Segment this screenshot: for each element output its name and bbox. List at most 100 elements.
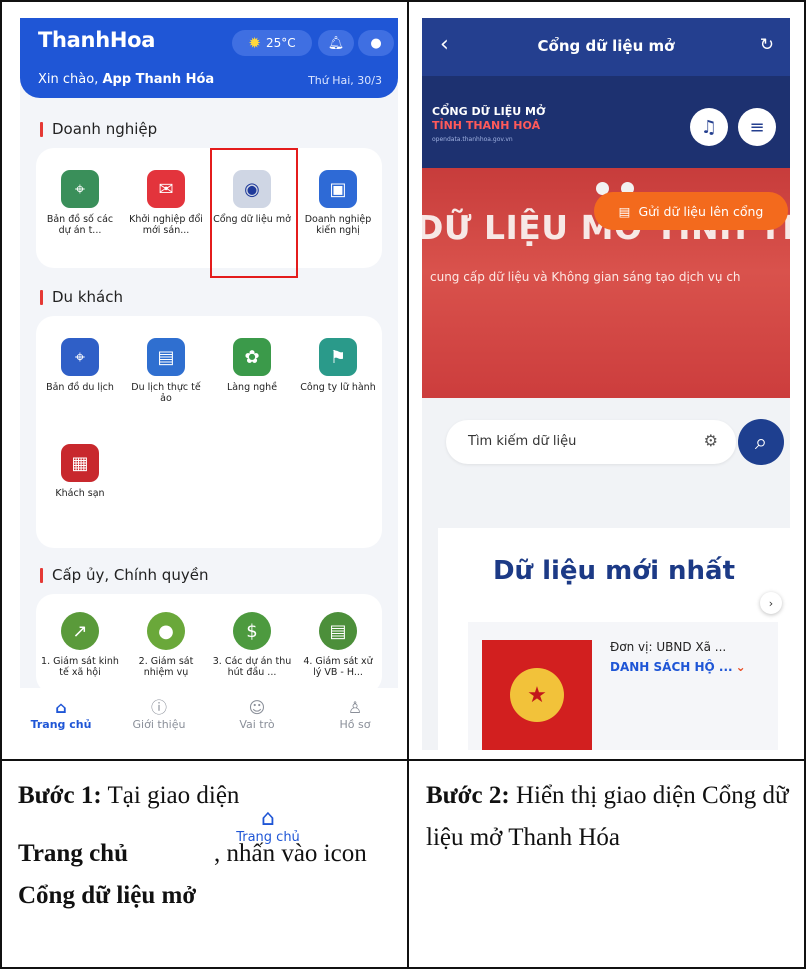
section-marker — [40, 121, 43, 137]
chevron-down-icon[interactable]: ⌄ — [736, 660, 746, 674]
notification-button[interactable]: 🔔︎ — [318, 30, 354, 56]
tile-label: 1. Giám sát kinh tế xã hội — [41, 656, 119, 678]
section-label: Cấp ủy, Chính quyền — [52, 566, 209, 584]
inline-home-label: Trang chủ — [236, 830, 300, 845]
investment-icon: $ — [233, 612, 271, 650]
tile-label: Khách sạn — [55, 488, 105, 499]
tile-hotel[interactable]: ▦ Khách sạn — [40, 444, 120, 499]
tile-label: 3. Các dự án thu hút đầu ... — [212, 656, 292, 678]
portal-logo-line2: TỈNH THANH HOÁ — [432, 119, 541, 132]
account-button[interactable]: ● — [358, 30, 394, 56]
section-title-tourist: Du khách — [40, 288, 123, 306]
nav-label: Vai trò — [239, 718, 275, 731]
bell-icon[interactable]: ♫ — [690, 108, 728, 146]
tile-investment[interactable]: $ 3. Các dự án thu hút đầu ... — [212, 612, 292, 678]
app-header: ThanhHoa ✹ 25°C 🔔︎ ● Xin chào, App Thanh… — [20, 18, 398, 98]
section-label: Doanh nghiệp — [52, 120, 158, 138]
travel-map-icon: ⌖ — [61, 338, 99, 376]
inline-home-tab: ⌂ Trang chủ — [233, 806, 303, 846]
tile-craft-village[interactable]: ✿ Làng nghề — [212, 338, 292, 393]
map-icon: ⌖ — [61, 170, 99, 208]
row-divider — [2, 759, 804, 761]
current-date: Thứ Hai, 30/3 — [308, 74, 382, 87]
step1-label: Bước 1: — [18, 782, 102, 809]
step1-home-bold: Trang chủ — [18, 840, 128, 867]
send-data-label: Gửi dữ liệu lên cổng — [638, 203, 764, 219]
nav-about[interactable]: ⓘ Giới thiệu — [124, 698, 194, 731]
step2-caption: Bước 2: Hiển thị giao diện Cổng dữ liệu … — [426, 775, 796, 859]
nav-label: Trang chủ — [30, 718, 92, 731]
nav-profile[interactable]: ♙ Hồ sơ — [320, 698, 390, 731]
user-icon: ● — [370, 35, 382, 51]
open-data-portal-screen: ‹ Cổng dữ liệu mở ↻ CỔNG DỮ LIỆU MỞ TỈNH… — [422, 18, 790, 750]
search-placeholder: Tìm kiếm dữ liệu — [468, 434, 577, 449]
tile-label: Khởi nghiệp đổi mới sán... — [129, 214, 203, 236]
latest-data-section: Dữ liệu mới nhất › ★ Đơn vị: UBND Xã ...… — [438, 528, 790, 750]
nav-role[interactable]: ☺ Vai trò — [222, 698, 292, 731]
portal-topbar: ‹ Cổng dữ liệu mở ↻ — [422, 18, 790, 76]
portal-title: Cổng dữ liệu mở — [537, 37, 675, 55]
tile-digital-project-map[interactable]: ⌖ Bản đồ số các dự án t... — [40, 170, 120, 236]
highlight-open-data-portal — [210, 148, 298, 278]
government-card: ↗ 1. Giám sát kinh tế xã hội ● 2. Giám s… — [36, 594, 382, 694]
section-marker — [40, 567, 43, 583]
tile-vr-tour[interactable]: ▤ Du lịch thực tế ảo — [126, 338, 206, 404]
tile-label: 2. Giám sát nhiệm vụ — [138, 656, 194, 678]
dataset-unit: Đơn vị: UBND Xã ... — [610, 640, 727, 654]
search-icon: ⌕ — [754, 429, 768, 455]
menu-icon[interactable]: ≡ — [738, 108, 776, 146]
tile-label: Công ty lữ hành — [300, 382, 376, 393]
latest-heading: Dữ liệu mới nhất — [492, 556, 736, 586]
nav-label: Giới thiệu — [132, 718, 186, 731]
reload-icon[interactable]: ↻ — [760, 35, 774, 55]
search-button[interactable]: ⌕ — [738, 419, 784, 465]
tile-task-monitor[interactable]: ● 2. Giám sát nhiệm vụ — [126, 612, 206, 678]
bell-icon: 🔔︎ — [327, 35, 345, 51]
greeting: Xin chào, App Thanh Hóa — [38, 72, 214, 87]
weather-chip[interactable]: ✹ 25°C — [232, 30, 312, 56]
info-icon: ⓘ — [150, 698, 167, 717]
tile-travel-map[interactable]: ⌖ Bản đồ du lịch — [40, 338, 120, 393]
tourist-card: ⌖ Bản đồ du lịch ▤ Du lịch thực tế ảo ✿ … — [36, 316, 382, 548]
home-screen: ThanhHoa ✹ 25°C 🔔︎ ● Xin chào, App Thanh… — [20, 18, 398, 750]
tile-document-monitor[interactable]: ▤ 4. Giám sát xử lý VB - H... — [298, 612, 378, 678]
step1-text: Tại giao diện — [107, 782, 240, 809]
craft-village-icon: ✿ — [233, 338, 271, 376]
business-card: ⌖ Bản đồ số các dự án t... ✉ Khởi nghiệp… — [36, 148, 382, 268]
tile-economy-monitor[interactable]: ↗ 1. Giám sát kinh tế xã hội — [40, 612, 120, 678]
nav-home[interactable]: ⌂ Trang chủ — [26, 698, 96, 731]
nav-label: Hồ sơ — [339, 718, 371, 731]
role-icon: ☺ — [248, 698, 266, 717]
document-icon: ▤ — [618, 203, 631, 219]
tile-business-petition[interactable]: ▣ Doanh nghiệp kiến nghị — [298, 170, 378, 236]
search-input[interactable]: Tìm kiếm dữ liệu ⚙ — [446, 420, 736, 464]
home-icon: ⌂ — [261, 806, 275, 831]
step2-label: Bước 2: — [426, 782, 510, 809]
tile-label: Làng nghề — [226, 382, 278, 393]
tile-startup-innovation[interactable]: ✉ Khởi nghiệp đổi mới sán... — [126, 170, 206, 236]
step1-caption: Bước 1: Tại giao diện Trang chủ, nhấn và… — [18, 775, 394, 917]
national-emblem-image: ★ — [482, 640, 592, 750]
bottom-nav: ⌂ Trang chủ ⓘ Giới thiệu ☺ Vai trò ♙ Hồ … — [20, 688, 398, 750]
column-divider — [407, 2, 409, 967]
hotel-icon: ▦ — [61, 444, 99, 482]
sun-icon: ✹ — [248, 34, 261, 52]
section-label: Du khách — [52, 288, 123, 306]
portal-logo-line1: CỔNG DỮ LIỆU MỞ — [432, 105, 546, 118]
hero-subtitle: cung cấp dữ liệu và Không gian sáng tạo … — [430, 270, 741, 284]
section-title-government: Cấp ủy, Chính quyền — [40, 566, 208, 584]
vr-tour-icon: ▤ — [147, 338, 185, 376]
section-marker — [40, 289, 43, 305]
next-arrow-icon[interactable]: › — [760, 592, 782, 614]
tile-label: 4. Giám sát xử lý VB - H... — [303, 656, 373, 678]
greeting-prefix: Xin chào, — [38, 72, 103, 87]
tile-label: Bản đồ du lịch — [46, 382, 114, 393]
document-monitor-icon: ▤ — [319, 612, 357, 650]
send-data-button[interactable]: ▤ Gửi dữ liệu lên cổng — [594, 192, 788, 230]
dataset-title-text: DANH SÁCH HỘ ... — [610, 660, 733, 674]
filter-icon[interactable]: ⚙ — [704, 431, 718, 450]
emblem-icon: ★ — [510, 668, 564, 722]
dataset-card[interactable]: ★ Đơn vị: UBND Xã ... DANH SÁCH HỘ ... ⌄ — [468, 622, 778, 750]
tile-travel-company[interactable]: ⚑ Công ty lữ hành — [298, 338, 378, 393]
tile-label: Bản đồ số các dự án t... — [46, 214, 114, 236]
